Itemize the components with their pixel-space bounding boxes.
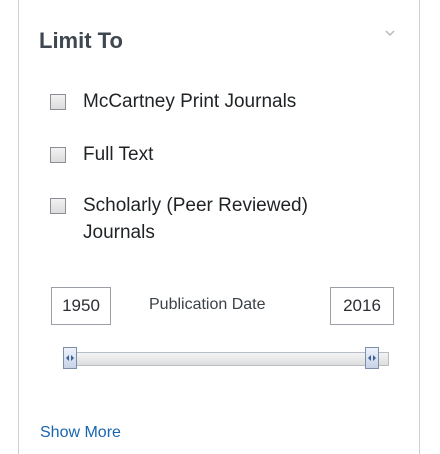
- slider-handle-icon: [66, 355, 74, 361]
- option-scholarly-journals[interactable]: Scholarly (Peer Reviewed) Journals: [50, 195, 373, 246]
- show-more-link[interactable]: Show More: [40, 424, 121, 442]
- option-label: Scholarly (Peer Reviewed) Journals: [83, 195, 308, 243]
- option-mccartney-print-journals[interactable]: McCartney Print Journals: [50, 91, 296, 115]
- checkbox-scholarly-journals[interactable]: [50, 198, 66, 214]
- date-slider-end-handle[interactable]: [365, 347, 379, 369]
- option-full-text[interactable]: Full Text: [50, 144, 153, 168]
- collapse-button[interactable]: [383, 26, 397, 40]
- panel-title: Limit To: [39, 28, 123, 53]
- option-label: McCartney Print Journals: [83, 91, 297, 112]
- publication-date-label: Publication Date: [149, 296, 266, 313]
- checkbox-full-text[interactable]: [50, 147, 66, 163]
- date-slider-track[interactable]: [63, 352, 389, 366]
- option-label: Full Text: [83, 144, 154, 165]
- date-slider-start-handle[interactable]: [63, 347, 77, 369]
- chevron-down-icon: [385, 30, 395, 37]
- slider-handle-icon: [368, 355, 376, 361]
- checkbox-mccartney-print-journals[interactable]: [50, 94, 66, 110]
- date-to-input[interactable]: 2016: [330, 287, 394, 325]
- limit-to-panel: Limit To McCartney Print Journals Full T…: [18, 0, 420, 454]
- date-from-input[interactable]: 1950: [51, 287, 111, 325]
